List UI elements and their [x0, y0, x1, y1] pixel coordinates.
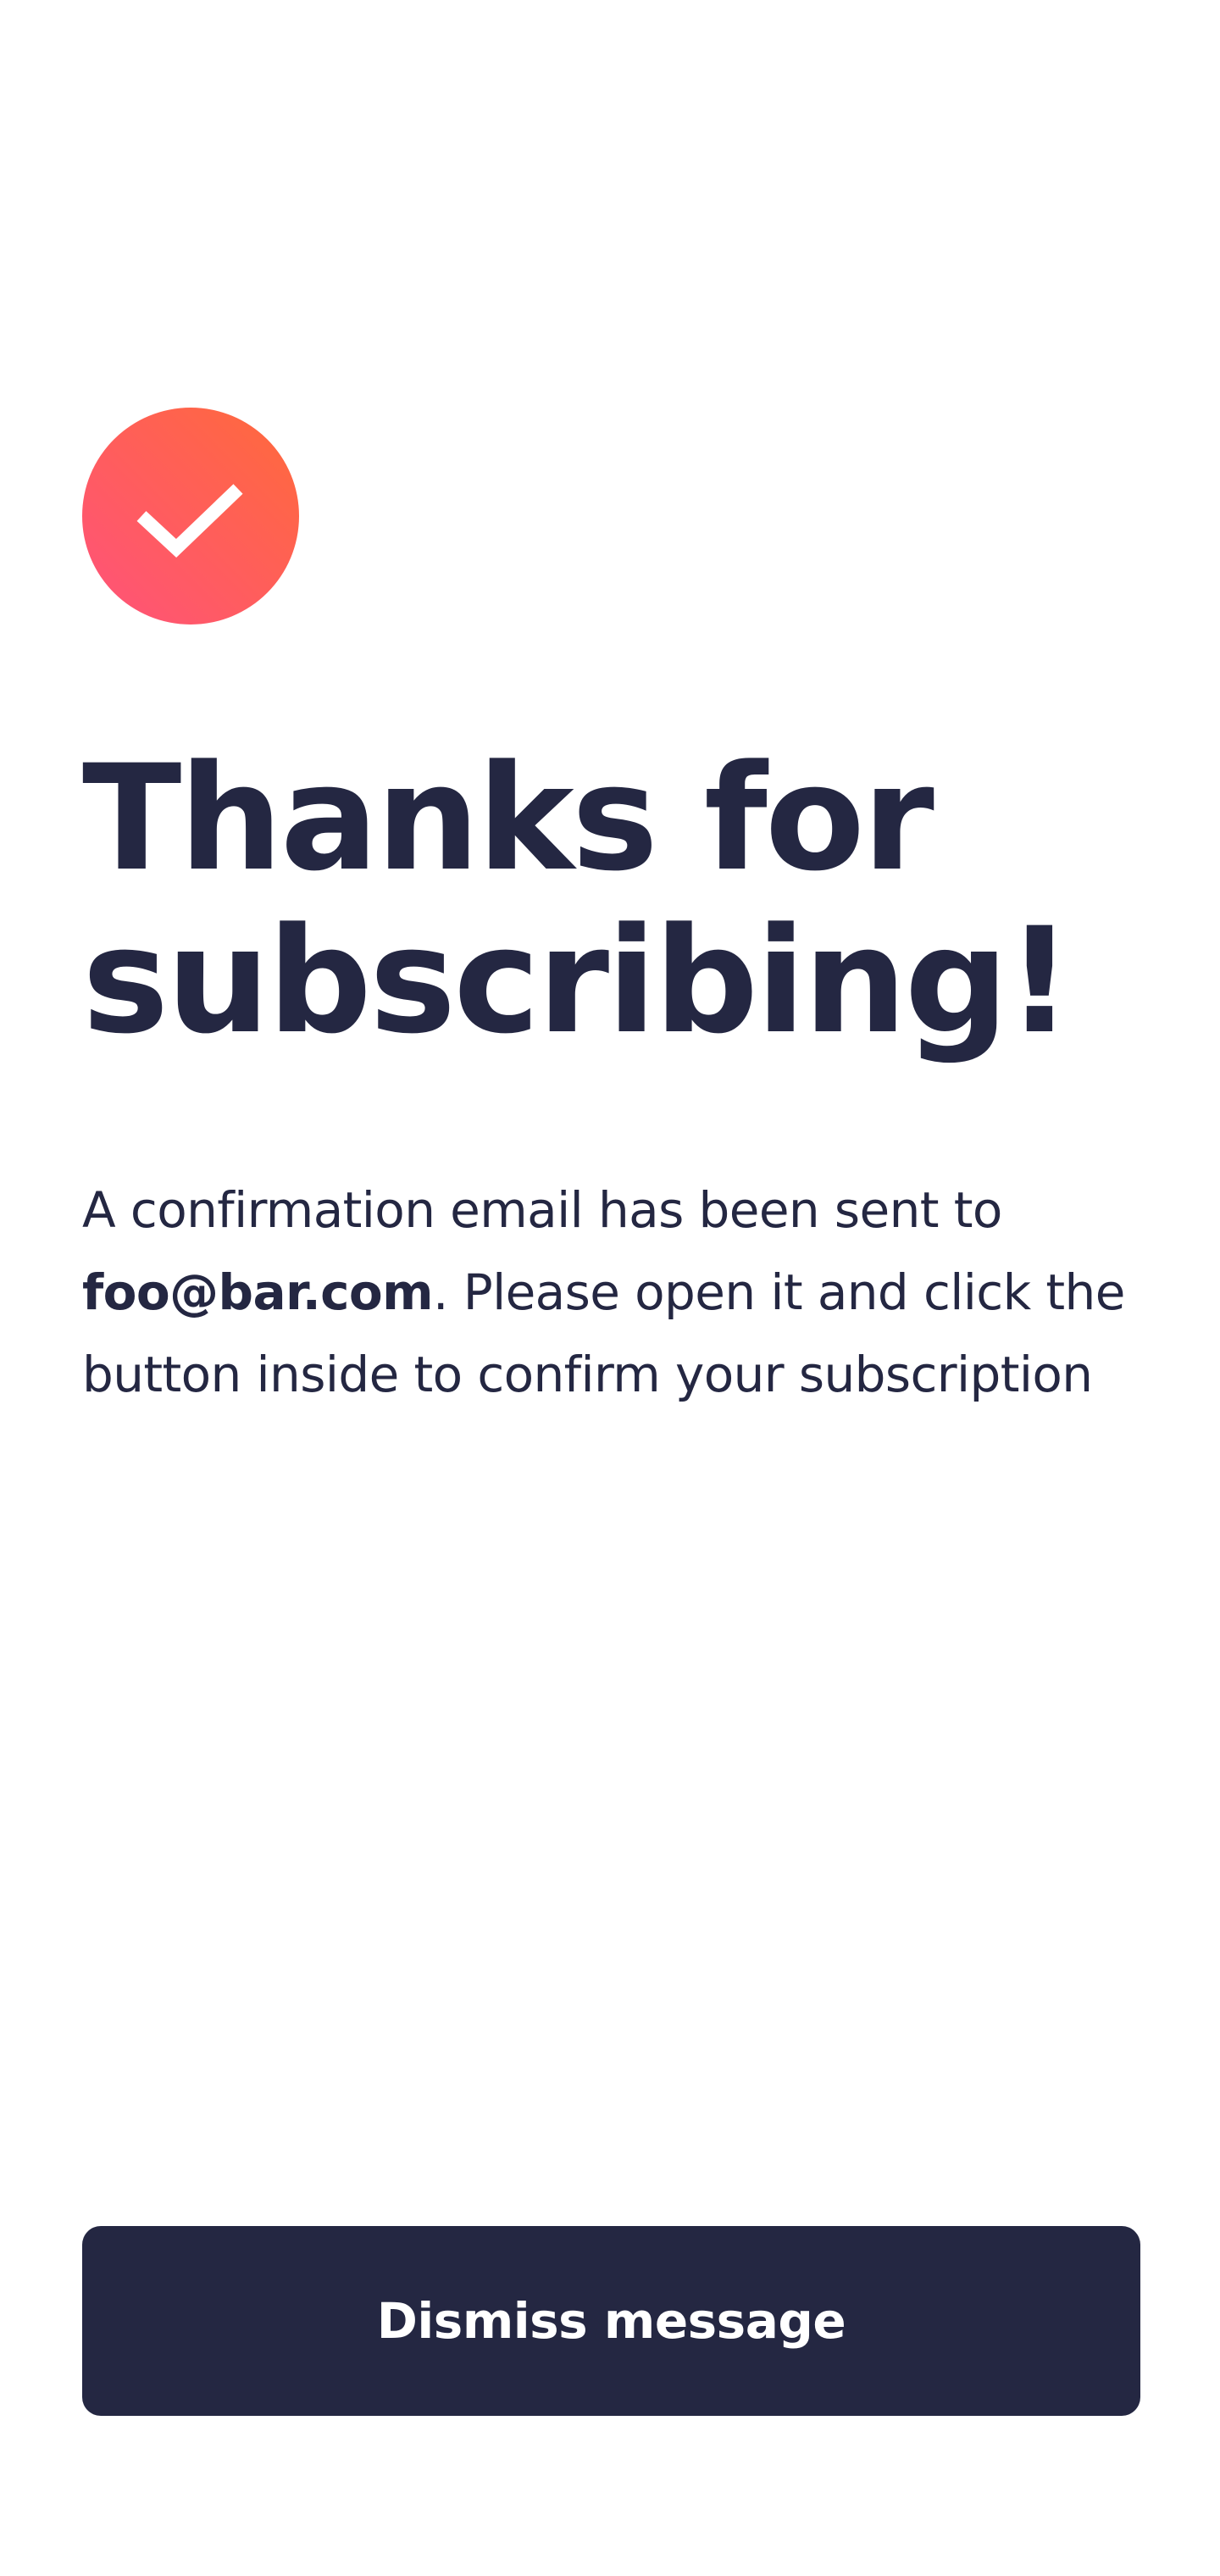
- email-address: foo@bar.com: [82, 1263, 434, 1321]
- title-line-1: Thanks for: [82, 733, 934, 903]
- message-text-before-email: A confirmation email has been sent to: [82, 1181, 1002, 1239]
- success-checkmark-icon: [82, 408, 299, 625]
- page-title: Thanks for subscribing!: [82, 737, 1150, 1063]
- confirmation-message: A confirmation email has been sent to foo…: [82, 1169, 1150, 1416]
- title-line-2: subscribing!: [82, 896, 1073, 1066]
- checkmark-icon: [136, 484, 243, 558]
- dismiss-message-button[interactable]: Dismiss message: [82, 2226, 1140, 2416]
